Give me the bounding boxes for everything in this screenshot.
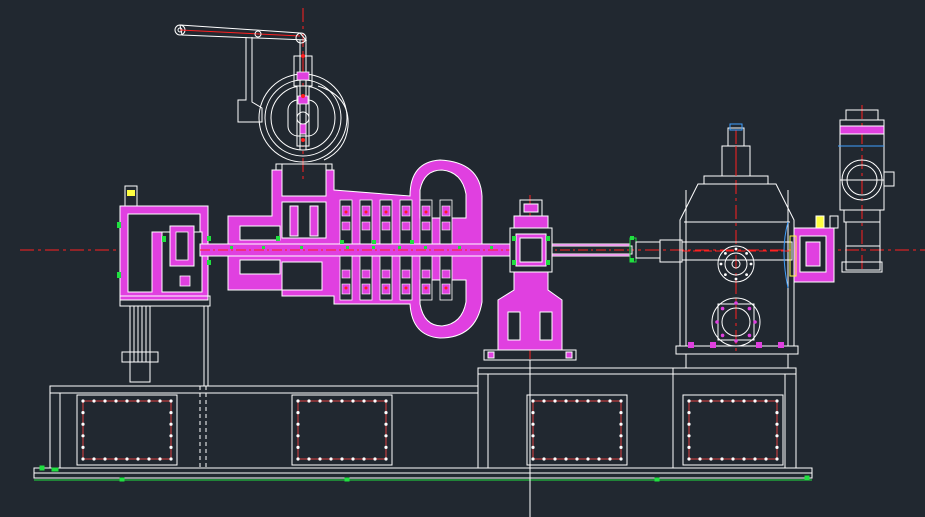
bearing-pedestal (483, 199, 577, 361)
lever-linkage (174, 24, 308, 123)
access-panel-1 (76, 394, 178, 466)
access-panel-2 (291, 394, 393, 466)
panel-bolts (81, 399, 779, 461)
support-legs (121, 305, 209, 386)
electric-motor (838, 109, 895, 273)
coupling-housing (117, 185, 211, 307)
base-access-panels (76, 394, 784, 466)
turbine-assembly-drawing (20, 8, 925, 517)
access-panel-3 (526, 394, 628, 466)
base-right-section (477, 367, 797, 469)
cad-drawing-canvas (0, 0, 925, 517)
gearbox (659, 123, 799, 369)
base-left-section (49, 385, 479, 469)
access-panel-4 (682, 394, 784, 466)
base-frame (33, 367, 813, 479)
